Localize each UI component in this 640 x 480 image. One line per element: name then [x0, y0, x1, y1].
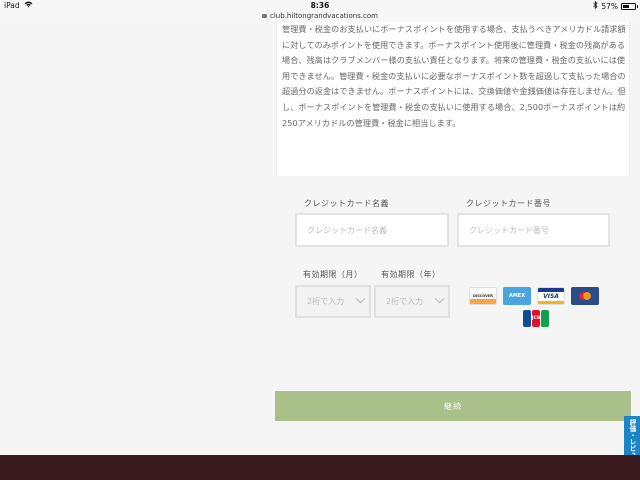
bonus-points-notice-text: 管理費・税金のお支払いにボーナスポイントを使用する場合、支払うべきアメリカドル請… — [282, 24, 626, 128]
exp-year-select[interactable]: 2桁で入力 — [374, 285, 450, 318]
footer — [0, 455, 640, 480]
jcb-stripe-green — [541, 309, 549, 327]
address-bar[interactable]: club.hiltongrandvacations.com — [0, 12, 640, 22]
chevron-down-icon — [355, 293, 366, 304]
amex-label: AMEX — [508, 293, 526, 299]
card-name-input[interactable]: クレジットカード名義 — [295, 213, 449, 247]
amex-card-icon: AMEX — [503, 287, 531, 305]
exp-year-value: 2桁で入力 — [386, 297, 424, 306]
card-number-input[interactable]: クレジットカード番号 — [457, 213, 610, 247]
url-text: club.hiltongrandvacations.com — [270, 12, 378, 20]
lock-icon — [262, 14, 267, 18]
card-number-label: クレジットカード番号 — [466, 199, 551, 208]
visa-label: VISA — [543, 292, 559, 300]
battery-icon — [621, 2, 638, 10]
exp-month-select[interactable]: 2桁で入力 — [295, 285, 371, 318]
discover-label: DISCOVER — [473, 294, 493, 298]
exp-month-label: 有効期限（月） — [303, 270, 363, 279]
bluetooth-icon — [593, 0, 598, 11]
jcb-card-icon: JCB — [522, 309, 550, 327]
jcb-stripe-blue — [523, 309, 531, 327]
bonus-points-notice-card: 管理費・税金のお支払いにボーナスポイントを使用する場合、支払うべきアメリカドル請… — [276, 22, 630, 176]
mastercard-card-icon — [571, 287, 599, 305]
continue-button[interactable]: 継続 — [275, 391, 631, 421]
status-bar: iPad 8:36 57% — [0, 0, 640, 12]
exp-month-value: 2桁で入力 — [307, 297, 345, 306]
chevron-down-icon — [434, 293, 445, 304]
battery-percent: 57% — [601, 1, 618, 11]
card-name-label: クレジットカード名義 — [304, 199, 389, 208]
jcb-label: JCB — [532, 309, 540, 327]
discover-card-icon: DISCOVER — [469, 287, 497, 305]
exp-year-label: 有効期限（年） — [381, 270, 441, 279]
visa-card-icon: VISA — [537, 287, 565, 305]
status-time: 8:36 — [310, 1, 330, 10]
